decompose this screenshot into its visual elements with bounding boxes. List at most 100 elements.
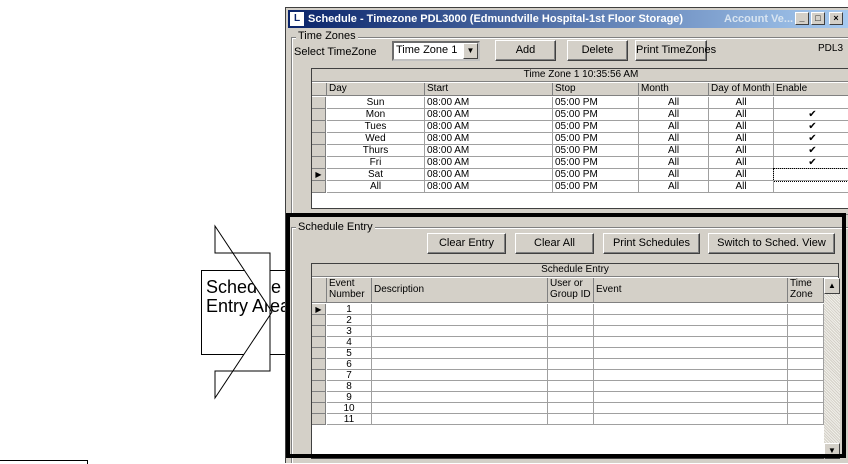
timezone-cell-start[interactable]: 08:00 AM (425, 109, 553, 121)
schedule-cell-description[interactable] (372, 414, 548, 425)
schedule-cell-event[interactable] (594, 326, 788, 337)
schedule-cell-description[interactable] (372, 337, 548, 348)
schedule-cell-description[interactable] (372, 392, 548, 403)
timezone-cell-month[interactable]: All (639, 133, 709, 145)
schedule-cell-user[interactable] (548, 414, 594, 425)
minimize-button[interactable]: _ (795, 12, 809, 25)
schedule-cell-timezone[interactable] (788, 348, 824, 359)
timezone-cell-enable[interactable]: ✔ (774, 145, 848, 157)
timezone-cell-stop[interactable]: 05:00 PM (553, 109, 639, 121)
schedule-cell-description[interactable] (372, 348, 548, 359)
schedule-cell-description[interactable] (372, 359, 548, 370)
schedule-cell-event[interactable] (594, 315, 788, 326)
schedule-cell-description[interactable] (372, 304, 548, 315)
schedule-cell-event[interactable] (594, 381, 788, 392)
timezone-cell-day[interactable]: Tues (327, 121, 425, 133)
schedule-cell-event[interactable] (594, 348, 788, 359)
schedule-cell-num[interactable]: 4 (327, 337, 372, 348)
schedule-cell-event[interactable] (594, 392, 788, 403)
schedule-cell-event[interactable] (594, 370, 788, 381)
row-selector[interactable] (312, 121, 326, 133)
timezone-cell-dom[interactable]: All (709, 169, 774, 181)
timezone-cell-day[interactable]: Sun (327, 97, 425, 109)
timezone-cell-month[interactable]: All (639, 145, 709, 157)
title-bar[interactable]: L Schedule - Timezone PDL3000 (Edmundvil… (288, 10, 848, 28)
schedule-cell-description[interactable] (372, 315, 548, 326)
row-selector[interactable] (312, 348, 326, 359)
timezone-cell-stop[interactable]: 05:00 PM (553, 133, 639, 145)
timezone-cell-stop[interactable]: 05:00 PM (553, 97, 639, 109)
timezone-cell-dom[interactable]: All (709, 133, 774, 145)
schedule-cell-event[interactable] (594, 359, 788, 370)
schedule-cell-timezone[interactable] (788, 337, 824, 348)
timezone-cell-enable[interactable]: ✔ (774, 157, 848, 169)
timezone-cell-start[interactable]: 08:00 AM (425, 181, 553, 193)
schedule-cell-timezone[interactable] (788, 381, 824, 392)
schedule-cell-num[interactable]: 1 (327, 304, 372, 315)
row-selector[interactable] (312, 157, 326, 169)
timezone-cell-stop[interactable]: 05:00 PM (553, 145, 639, 157)
schedule-cell-user[interactable] (548, 370, 594, 381)
timezone-cell-day[interactable]: Wed (327, 133, 425, 145)
timezone-cell-dom[interactable]: All (709, 181, 774, 193)
timezone-cell-stop[interactable]: 05:00 PM (553, 157, 639, 169)
timezone-cell-dom[interactable]: All (709, 157, 774, 169)
scroll-up-icon[interactable]: ▲ (824, 278, 840, 294)
timezone-cell-month[interactable]: All (639, 181, 709, 193)
timezone-cell-start[interactable]: 08:00 AM (425, 97, 553, 109)
schedule-cell-description[interactable] (372, 326, 548, 337)
row-selector[interactable] (312, 414, 326, 425)
clear-entry-button[interactable]: Clear Entry (427, 233, 506, 254)
timezone-cell-day[interactable]: Sat (327, 169, 425, 181)
schedule-cell-timezone[interactable] (788, 403, 824, 414)
schedule-cell-user[interactable] (548, 403, 594, 414)
timezone-cell-enable[interactable] (774, 97, 848, 109)
clear-all-button[interactable]: Clear All (515, 233, 594, 254)
schedule-cell-timezone[interactable] (788, 304, 824, 315)
row-selector[interactable] (312, 145, 326, 157)
row-selector[interactable] (312, 315, 326, 326)
schedule-cell-num[interactable]: 8 (327, 381, 372, 392)
maximize-button[interactable]: □ (811, 12, 825, 25)
timezone-cell-start[interactable]: 08:00 AM (425, 121, 553, 133)
chevron-down-icon[interactable]: ▼ (463, 43, 478, 59)
schedule-cell-num[interactable]: 9 (327, 392, 372, 403)
schedule-cell-user[interactable] (548, 304, 594, 315)
timezone-cell-stop[interactable]: 05:00 PM (553, 169, 639, 181)
schedule-cell-user[interactable] (548, 381, 594, 392)
schedule-cell-user[interactable] (548, 359, 594, 370)
schedule-cell-event[interactable] (594, 403, 788, 414)
timezone-cell-start[interactable]: 08:00 AM (425, 169, 553, 181)
schedule-cell-user[interactable] (548, 315, 594, 326)
timezone-cell-start[interactable]: 08:00 AM (425, 145, 553, 157)
schedule-vertical-scrollbar[interactable]: ▲ ▼ (824, 278, 840, 459)
timezone-cell-month[interactable]: All (639, 157, 709, 169)
row-selector[interactable] (312, 370, 326, 381)
add-timezone-button[interactable]: Add (495, 40, 556, 61)
schedule-cell-timezone[interactable] (788, 359, 824, 370)
timezone-cell-dom[interactable]: All (709, 109, 774, 121)
schedule-cell-event[interactable] (594, 304, 788, 315)
timezone-cell-enable[interactable]: ✔ (774, 133, 848, 145)
switch-to-sched-view-button[interactable]: Switch to Sched. View (708, 233, 835, 254)
row-selector[interactable] (312, 109, 326, 121)
scroll-down-icon[interactable]: ▼ (824, 443, 840, 459)
schedule-cell-num[interactable]: 11 (327, 414, 372, 425)
timezone-cell-month[interactable]: All (639, 169, 709, 181)
row-selector[interactable]: ▶ (312, 169, 326, 181)
timezone-cell-enable[interactable] (774, 181, 848, 193)
close-button[interactable]: × (829, 12, 843, 25)
timezone-select[interactable]: Time Zone 1 ▼ (392, 41, 480, 61)
row-selector[interactable] (312, 337, 326, 348)
row-selector[interactable] (312, 392, 326, 403)
timezone-cell-enable[interactable] (773, 168, 848, 182)
schedule-cell-timezone[interactable] (788, 414, 824, 425)
timezone-cell-stop[interactable]: 05:00 PM (553, 121, 639, 133)
timezone-cell-day[interactable]: Mon (327, 109, 425, 121)
delete-timezone-button[interactable]: Delete (567, 40, 628, 61)
timezone-cell-enable[interactable]: ✔ (774, 121, 848, 133)
schedule-cell-user[interactable] (548, 326, 594, 337)
timezone-cell-day[interactable]: All (327, 181, 425, 193)
timezone-cell-start[interactable]: 08:00 AM (425, 157, 553, 169)
schedule-cell-num[interactable]: 10 (327, 403, 372, 414)
